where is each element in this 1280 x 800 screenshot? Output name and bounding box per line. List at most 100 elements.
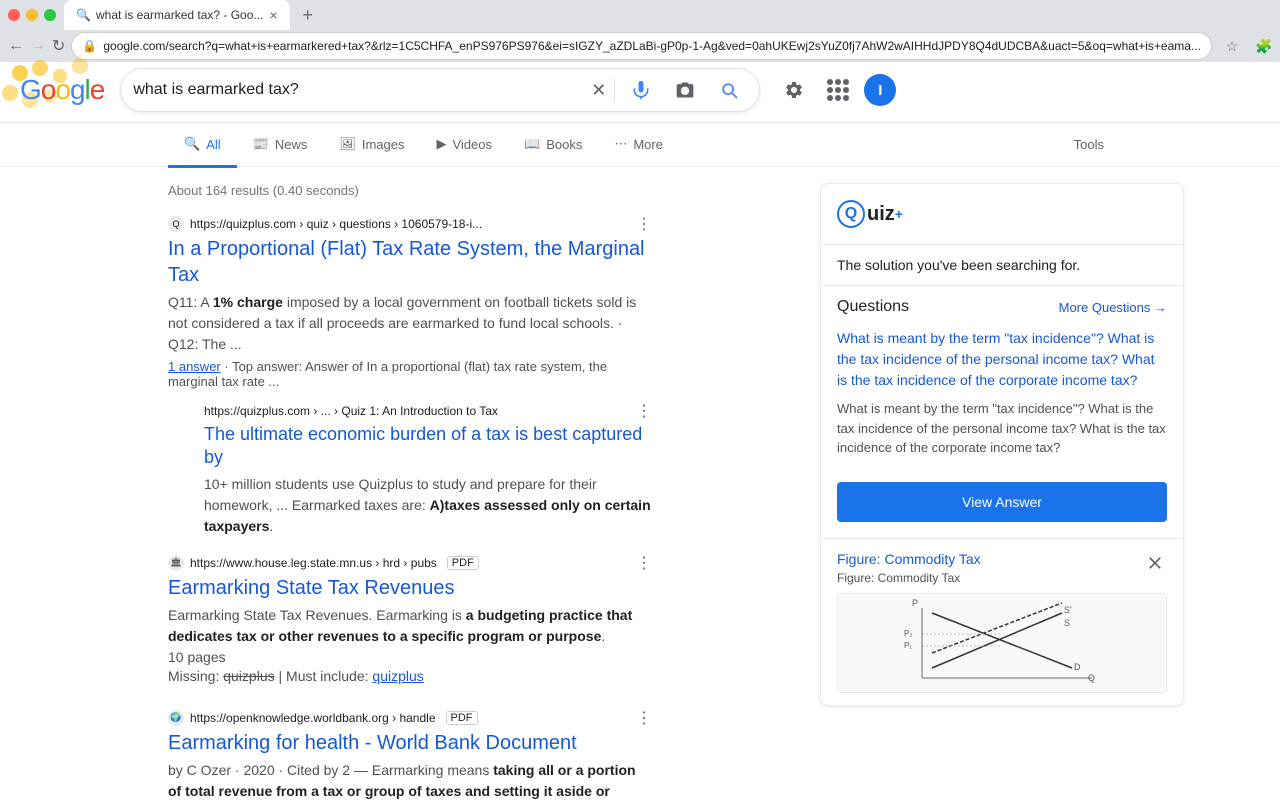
result-1-title-link[interactable]: In a Proportional (Flat) Tax Rate System…	[168, 236, 652, 288]
tab-news[interactable]: 📰 News	[237, 124, 324, 168]
result-2-favicon: 🏛	[168, 555, 184, 571]
quizplus-logo[interactable]: Q uiz +	[837, 200, 903, 228]
google-header: Google ✕	[0, 58, 1280, 123]
sub-result-url-row: https://quizplus.com › ... › Quiz 1: An …	[204, 401, 652, 421]
account-avatar[interactable]: I	[864, 74, 896, 106]
search-result-2: 🏛 https://www.house.leg.state.mn.us › hr…	[168, 553, 652, 684]
sub-result-snippet: 10+ million students use Quizplus to stu…	[204, 474, 652, 537]
search-result-1: Q https://quizplus.com › quiz › question…	[168, 214, 652, 389]
search-input[interactable]	[133, 81, 583, 99]
search-result-1-sub: https://quizplus.com › ... › Quiz 1: An …	[196, 401, 652, 537]
news-tab-icon: 📰	[253, 136, 269, 152]
tools-button[interactable]: Tools	[1066, 123, 1112, 167]
sidebar-figure-section: Figure: Commodity Tax Figure: Commodity …	[821, 538, 1183, 705]
sub-result-url: https://quizplus.com › ... › Quiz 1: An …	[204, 404, 498, 418]
view-answer-button[interactable]: View Answer	[837, 482, 1167, 522]
sidebar-card: Q uiz + The solution you've been searchi…	[820, 183, 1184, 706]
image-search-button[interactable]	[667, 72, 703, 108]
tab-close-icon[interactable]: ×	[269, 7, 277, 23]
result-2-missing: Missing: quizplus | Must include: quizpl…	[168, 668, 652, 684]
svg-text:D: D	[1074, 662, 1081, 672]
result-1-more-options-button[interactable]: ⋮	[636, 214, 652, 234]
result-3-more-options-button[interactable]: ⋮	[636, 708, 652, 728]
tab-favicon: 🔍	[76, 8, 90, 22]
result-3-title-link[interactable]: Earmarking for health - World Bank Docum…	[168, 730, 652, 756]
result-2-url-row: 🏛 https://www.house.leg.state.mn.us › hr…	[168, 553, 652, 573]
lock-icon: 🔒	[82, 39, 97, 53]
sidebar-question-link[interactable]: What is meant by the term "tax incidence…	[837, 328, 1167, 391]
tab-all[interactable]: 🔍 All	[168, 124, 237, 168]
results-area: About 164 results (0.40 seconds) Q https…	[0, 167, 820, 800]
tab-bar: 🔍 what is earmarked tax? - Goo... × +	[0, 0, 1280, 30]
tab-more[interactable]: ⋯ More	[598, 124, 679, 168]
sidebar-area: Q uiz + The solution you've been searchi…	[820, 167, 1200, 800]
forward-button[interactable]: →	[30, 32, 46, 60]
search-bar-container: ✕	[120, 68, 760, 112]
sidebar-questions-title: Questions	[837, 298, 909, 316]
close-traffic-light[interactable]	[8, 9, 20, 21]
result-2-more-options-button[interactable]: ⋮	[636, 553, 652, 573]
videos-tab-label: Videos	[453, 137, 493, 152]
result-2-pdf-badge: PDF	[447, 556, 479, 570]
result-1-url-row: Q https://quizplus.com › quiz › question…	[168, 214, 652, 234]
clear-search-button[interactable]: ✕	[591, 80, 606, 101]
sidebar-question-body: What is meant by the term "tax incidence…	[837, 399, 1167, 458]
search-submit-button[interactable]	[711, 72, 747, 108]
result-2-title-link[interactable]: Earmarking State Tax Revenues	[168, 575, 652, 601]
voice-search-button[interactable]	[623, 72, 659, 108]
sidebar-section-header: Questions More Questions →	[837, 298, 1167, 316]
tab-books[interactable]: 📖 Books	[508, 124, 598, 168]
result-2-url: https://www.house.leg.state.mn.us › hrd …	[190, 556, 437, 570]
browser-chrome: 🔍 what is earmarked tax? - Goo... × + ← …	[0, 0, 1280, 58]
result-3-url: https://openknowledge.worldbank.org › ha…	[190, 711, 436, 725]
sidebar-card-logo-header: Q uiz +	[821, 184, 1183, 245]
maximize-traffic-light[interactable]	[44, 9, 56, 21]
tools-label: Tools	[1074, 137, 1104, 152]
minimize-traffic-light[interactable]	[26, 9, 38, 21]
tab-videos[interactable]: ▶ Videos	[421, 124, 509, 168]
more-tab-icon: ⋯	[614, 136, 627, 152]
more-tab-label: More	[633, 137, 663, 152]
bookmark-icon[interactable]: ☆	[1218, 32, 1246, 60]
search-bar: ✕	[120, 68, 760, 112]
videos-tab-icon: ▶	[437, 136, 447, 152]
result-1-answers-link[interactable]: 1 answer	[168, 359, 221, 374]
sub-result-title-link[interactable]: The ultimate economic burden of a tax is…	[204, 423, 652, 470]
svg-text:P₂: P₂	[904, 629, 912, 638]
sidebar-questions-section: Questions More Questions → What is meant…	[821, 286, 1183, 482]
google-page: Google ✕	[0, 58, 1280, 800]
all-tab-label: All	[206, 137, 220, 152]
result-1-favicon: Q	[168, 216, 184, 232]
figure-subtitle: Figure: Commodity Tax	[837, 571, 1167, 585]
svg-text:S: S	[1064, 618, 1070, 628]
reload-button[interactable]: ↻	[52, 32, 65, 60]
result-3-snippet: by C Ozer · 2020 · Cited by 2 — Earmarki…	[168, 760, 652, 800]
sidebar-tagline: The solution you've been searching for.	[821, 245, 1183, 286]
figure-image: S' S D P Q P₂ P₁	[837, 593, 1167, 693]
back-button[interactable]: ←	[8, 32, 24, 60]
new-tab-button[interactable]: +	[294, 1, 322, 29]
tab-images[interactable]: 🖼 Images	[323, 124, 420, 168]
url-text: google.com/search?q=what+is+earmarkered+…	[103, 39, 1201, 53]
browser-toolbar-icons: ☆ 🧩 I ⋮	[1218, 32, 1280, 60]
apps-menu-button[interactable]	[820, 72, 856, 108]
search-result-3: 🌍 https://openknowledge.worldbank.org › …	[168, 708, 652, 800]
active-tab[interactable]: 🔍 what is earmarked tax? - Goo... ×	[64, 0, 290, 30]
settings-button[interactable]	[776, 72, 812, 108]
result-1-url: https://quizplus.com › quiz › questions …	[190, 217, 482, 231]
address-bar[interactable]: 🔒 google.com/search?q=what+is+earmarkere…	[71, 32, 1212, 60]
traffic-lights	[8, 9, 56, 21]
svg-text:S': S'	[1064, 605, 1072, 615]
google-logo[interactable]: Google	[20, 74, 104, 106]
sub-result-more-options-button[interactable]: ⋮	[636, 401, 652, 421]
extensions-icon[interactable]: 🧩	[1250, 32, 1278, 60]
nav-tabs: 🔍 All 📰 News 🖼 Images ▶ Videos 📖 Books ⋯…	[0, 123, 1280, 167]
news-tab-label: News	[275, 137, 308, 152]
figure-close-button[interactable]	[1143, 551, 1167, 575]
result-1-meta: 1 answer · Top answer: Answer of In a pr…	[168, 359, 652, 389]
result-2-must-include-link[interactable]: quizplus	[372, 668, 423, 684]
figure-title-link[interactable]: Figure: Commodity Tax	[837, 551, 1167, 567]
search-divider	[614, 78, 615, 102]
result-1-snippet: Q11: A 1% charge imposed by a local gove…	[168, 292, 652, 355]
sidebar-more-questions-link[interactable]: More Questions →	[1059, 300, 1167, 315]
